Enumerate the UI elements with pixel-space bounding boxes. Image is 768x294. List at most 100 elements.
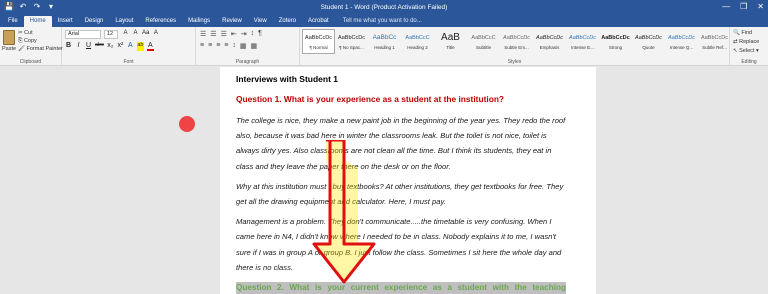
ribbon: Paste ✂ Cut ⎘ Copy 🖌 Format Painter Clip… — [0, 27, 768, 66]
tab-review[interactable]: Review — [216, 16, 248, 27]
style-emphasis[interactable]: AaBbCcDc Emphasis — [533, 29, 566, 54]
paragraph-group: ☰ ☰ ☰ ⇤ ⇥ ↕ ¶ ≡ ≡ ≡ ≡ ↕ ▦ ▦ Paragraph — [196, 27, 300, 66]
replace-label: Replace — [739, 39, 760, 45]
style-normal[interactable]: AaBbCcDc ¶ Normal — [302, 29, 335, 54]
underline-button[interactable]: U — [85, 42, 92, 51]
format-painter-label: Format Painter — [26, 46, 63, 52]
style-preview: AaBbCcDc — [668, 35, 695, 41]
show-marks-icon[interactable]: ¶ — [258, 30, 262, 38]
question-1: Question 1. What is your experience as a… — [236, 94, 505, 104]
copy-button[interactable]: ⎘ Copy — [18, 38, 37, 45]
tab-file[interactable]: File — [2, 16, 24, 27]
replace-button[interactable]: ⇄ Replace — [733, 39, 759, 45]
align-left-icon[interactable]: ≡ — [200, 42, 204, 50]
style-heading-1[interactable]: AaBbCc Heading 1 — [368, 29, 401, 54]
text-effects-button[interactable]: A — [127, 42, 134, 51]
shading-icon[interactable]: ▦ — [240, 42, 247, 50]
bullets-icon[interactable]: ☰ — [200, 30, 206, 38]
cut-button[interactable]: ✂ Cut — [18, 30, 33, 36]
clear-formatting-button[interactable]: A — [152, 30, 159, 36]
tab-design[interactable]: Design — [79, 16, 110, 27]
line-spacing-icon[interactable]: ↕ — [232, 42, 236, 50]
style-heading-2[interactable]: AaBbCcC Heading 2 — [401, 29, 434, 54]
answer-paragraph-2: Why at this institution must I buy textb… — [236, 181, 564, 207]
multilevel-list-icon[interactable]: ☰ — [221, 30, 227, 38]
select-label: Select — [739, 48, 755, 54]
style-subtle-emphasis[interactable]: AaBbCcDc Subtle Em... — [500, 29, 533, 54]
style-name: Heading 1 — [374, 45, 395, 50]
style-name: Intense E... — [571, 45, 594, 50]
tab-layout[interactable]: Layout — [109, 16, 139, 27]
style-preview: AaBbCcDc — [569, 35, 596, 41]
tab-mailings[interactable]: Mailings — [182, 16, 216, 27]
align-right-icon[interactable]: ≡ — [216, 42, 220, 50]
tab-insert[interactable]: Insert — [52, 16, 79, 27]
style-name: Heading 2 — [407, 45, 428, 50]
font-color-button[interactable]: A — [146, 42, 154, 51]
down-arrow-annotation-icon — [312, 140, 376, 284]
font-group-label: Font — [123, 59, 134, 65]
minimize-icon[interactable]: — — [722, 1, 730, 13]
title-bar: 💾 ↶ ↷ ▾ Student 1 - Word (Product Activa… — [0, 0, 768, 15]
clipboard-group: Paste ✂ Cut ⎘ Copy 🖌 Format Painter Clip… — [0, 27, 63, 66]
copy-label: Copy — [23, 38, 37, 44]
close-icon[interactable]: ✕ — [757, 1, 764, 13]
paragraph-row-2: ≡ ≡ ≡ ≡ ↕ ▦ ▦ — [200, 42, 257, 50]
style-title[interactable]: AaB Title — [434, 29, 467, 54]
document-body[interactable]: Interviews with Student 1 Question 1. Wh… — [236, 73, 566, 294]
styles-group: AaBbCcDc ¶ Normal AaBbCcDc ¶ No Spac... Aa… — [300, 27, 730, 66]
tell-me-search[interactable]: Tell me what you want to do... — [335, 16, 422, 27]
paste-button[interactable]: Paste — [2, 46, 16, 52]
style-subtle-reference[interactable]: AaBbCcDc Subtle Ref... — [698, 29, 731, 54]
decrease-indent-icon[interactable]: ⇤ — [231, 30, 237, 38]
justify-icon[interactable]: ≡ — [224, 42, 228, 50]
cursor-highlight-dot — [179, 116, 195, 132]
font-name-box[interactable]: Arial — [65, 30, 101, 39]
restore-icon[interactable]: ❐ — [740, 1, 747, 13]
change-case-button[interactable]: Aa — [142, 30, 149, 36]
style-preview: AaBbCcC — [471, 35, 496, 41]
borders-icon[interactable]: ▦ — [251, 42, 258, 50]
subscript-button[interactable]: x₂ — [107, 42, 114, 51]
tab-acrobat[interactable]: Acrobat — [302, 16, 335, 27]
align-center-icon[interactable]: ≡ — [208, 42, 212, 50]
style-name: Title — [446, 45, 455, 50]
window-controls: — ❐ ✕ — [722, 1, 764, 13]
paste-icon[interactable] — [3, 30, 15, 45]
document-page[interactable]: Interviews with Student 1 Question 1. Wh… — [220, 67, 596, 294]
tab-zotero[interactable]: Zotero — [273, 16, 302, 27]
style-preview: AaBbCcDc — [601, 35, 630, 41]
tab-references[interactable]: References — [139, 16, 182, 27]
style-preview: AaBbCcDc — [305, 35, 332, 41]
superscript-button[interactable]: x² — [117, 42, 124, 51]
style-preview: AaB — [441, 32, 460, 43]
style-intense-emphasis[interactable]: AaBbCcDc Intense E... — [566, 29, 599, 54]
style-quote[interactable]: AaBbCcDc Quote — [632, 29, 665, 54]
bold-button[interactable]: B — [65, 42, 72, 51]
style-subtitle[interactable]: AaBbCcC Subtitle — [467, 29, 500, 54]
style-no-spacing[interactable]: AaBbCcDc ¶ No Spac... — [335, 29, 368, 54]
style-preview: AaBbCcDc — [503, 35, 530, 41]
increase-indent-icon[interactable]: ⇥ — [241, 30, 247, 38]
strikethrough-button[interactable]: abc — [95, 42, 104, 51]
sort-icon[interactable]: ↕ — [251, 30, 255, 38]
style-name: Strong — [608, 45, 623, 50]
select-button[interactable]: ↖ Select ▾ — [733, 48, 759, 54]
document-heading: Interviews with Student 1 — [236, 74, 339, 84]
format-painter-button[interactable]: 🖌 Format Painter — [18, 46, 63, 52]
answer-paragraph-1: The college is nice, they make a new pai… — [236, 116, 566, 171]
tab-home[interactable]: Home — [23, 16, 52, 27]
style-intense-quote[interactable]: AaBbCcDc Intense Q... — [665, 29, 698, 54]
style-preview: AaBbCcDc — [701, 35, 728, 41]
clipboard-group-label: Clipboard — [19, 59, 42, 65]
highlight-button[interactable]: ab — [136, 42, 144, 51]
grow-font-button[interactable]: A — [122, 30, 129, 36]
font-size-box[interactable]: 12 — [104, 30, 118, 39]
cut-label: Cut — [24, 30, 33, 36]
style-strong[interactable]: AaBbCcDc Strong — [599, 29, 632, 54]
tab-view[interactable]: View — [248, 16, 273, 27]
numbering-icon[interactable]: ☰ — [210, 30, 216, 38]
italic-button[interactable]: I — [75, 42, 82, 51]
shrink-font-button[interactable]: A — [132, 30, 139, 36]
find-button[interactable]: 🔍 Find — [733, 30, 752, 36]
